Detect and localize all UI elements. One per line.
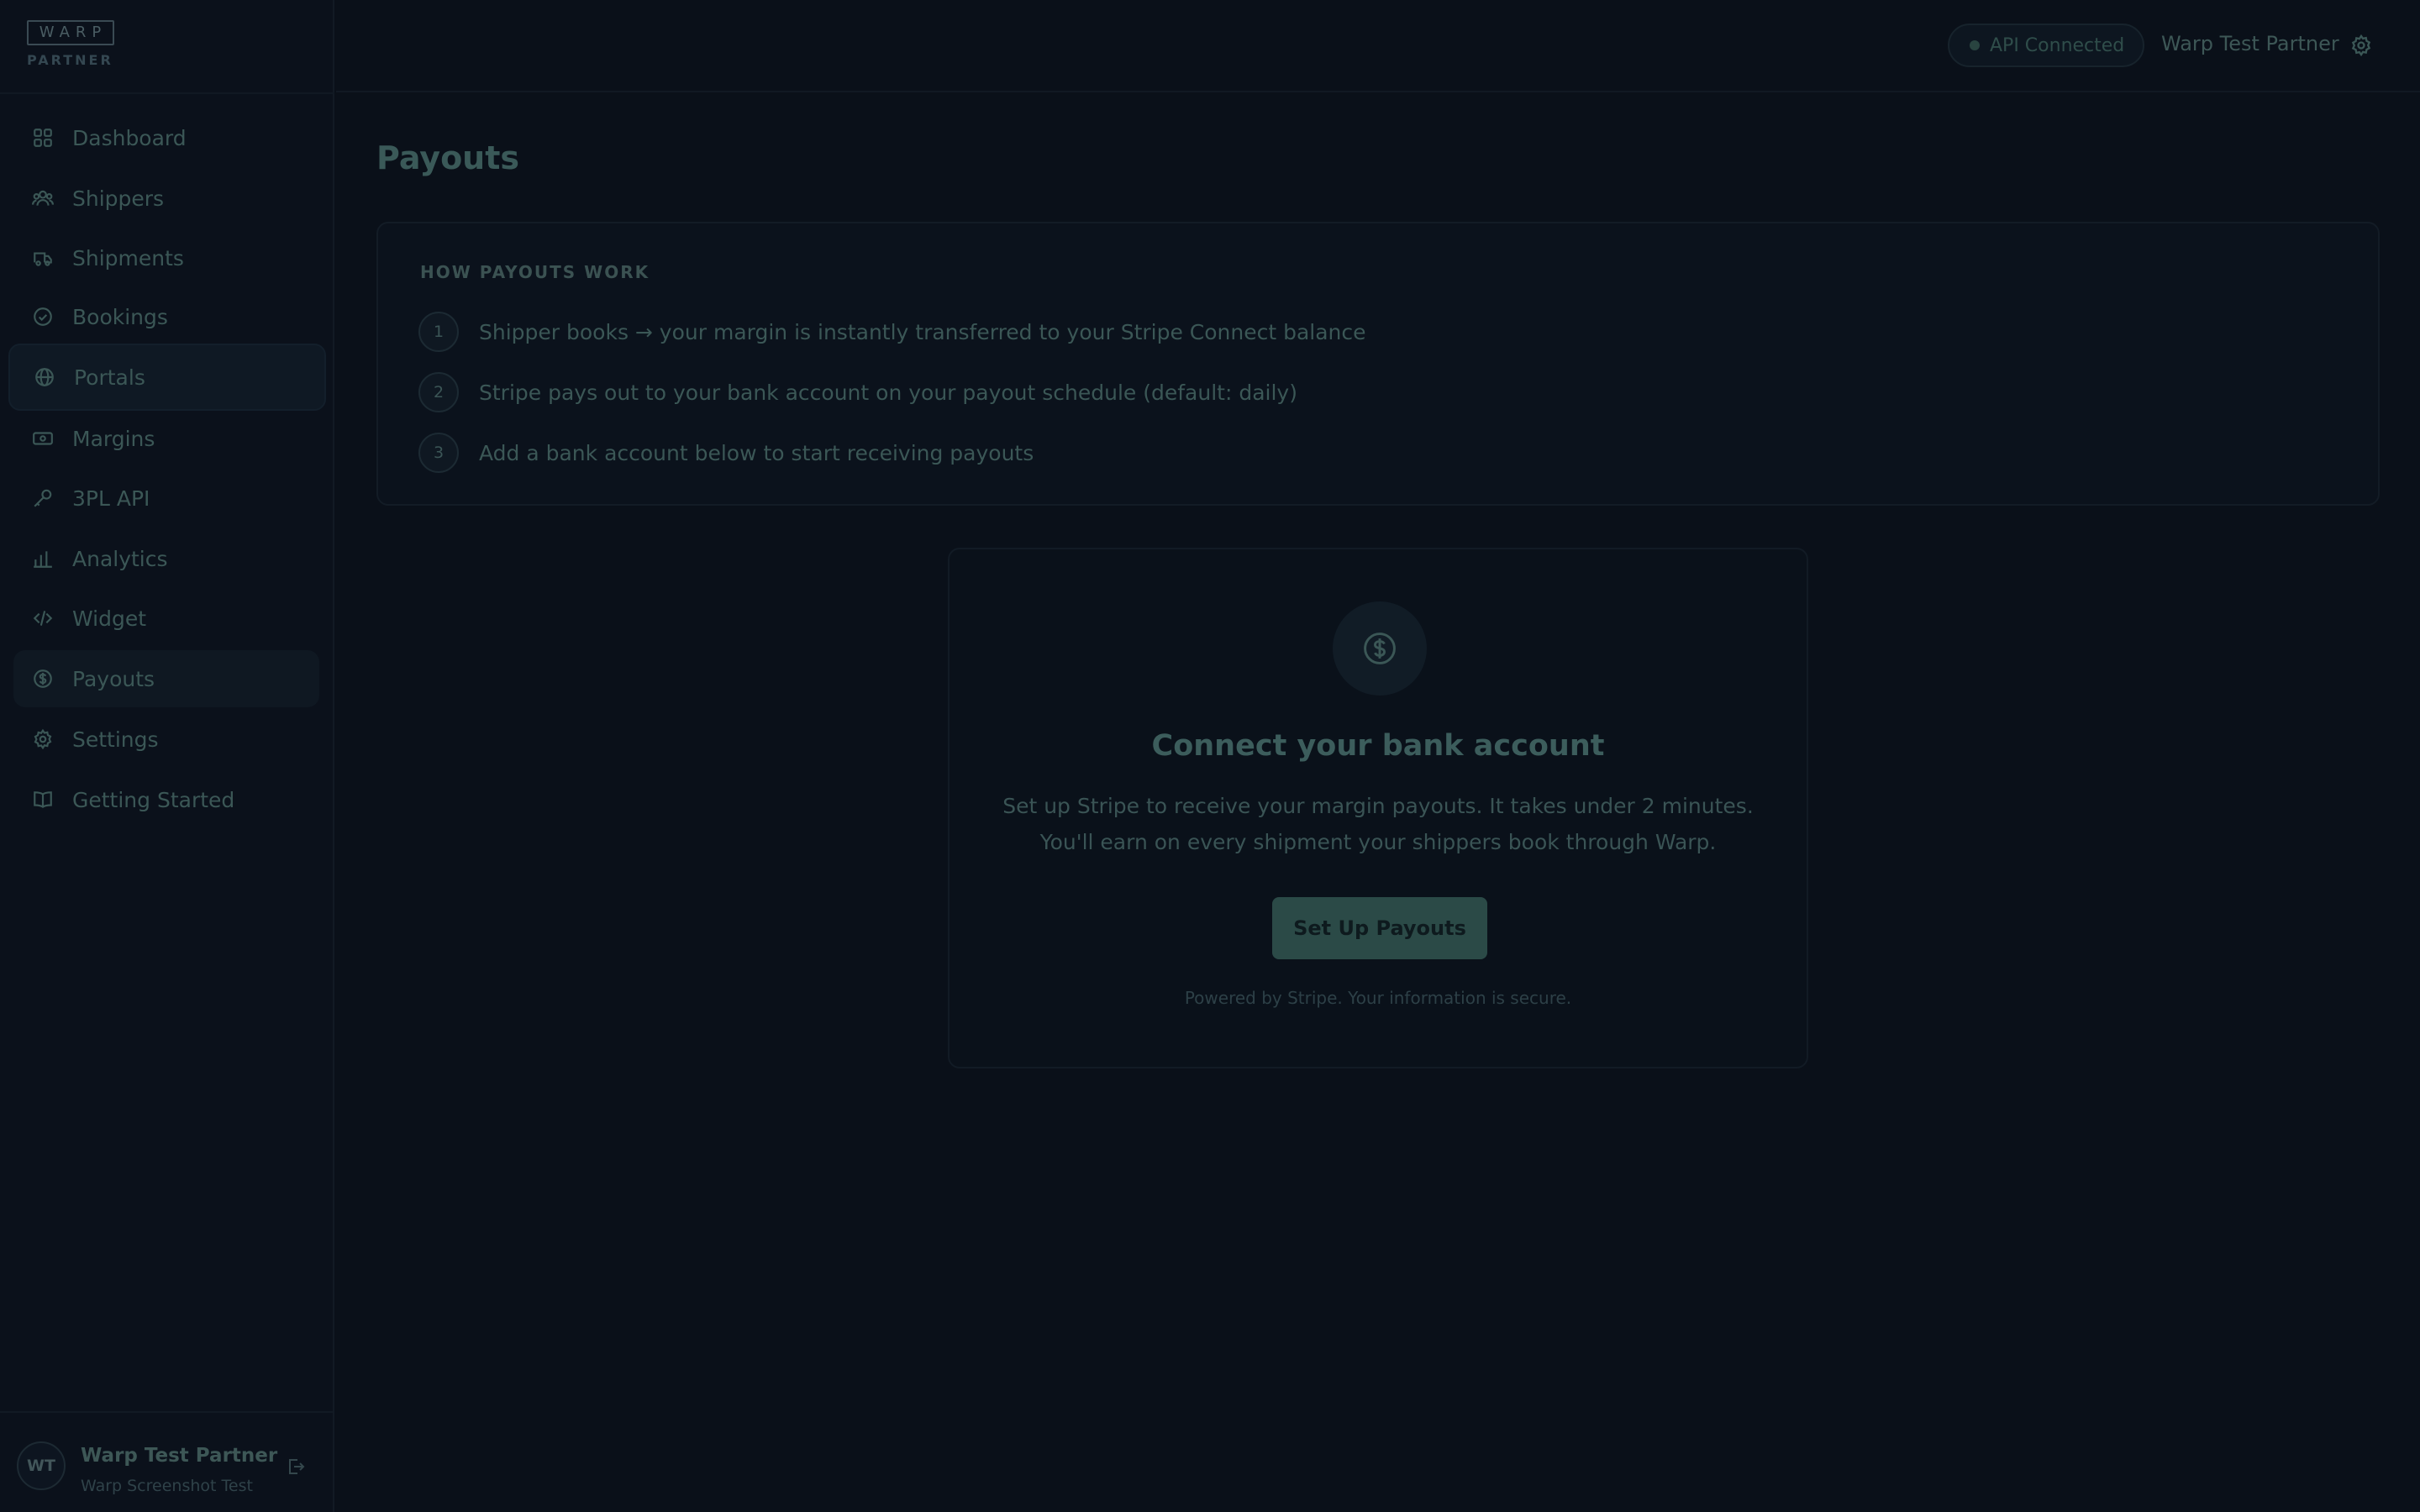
brand-subtitle: PARTNER <box>27 52 113 68</box>
status-dot <box>1970 40 1980 50</box>
sidebar-item-label: Payouts <box>72 666 155 691</box>
sidebar-item-label: Widget <box>72 606 147 631</box>
sidebar-item-analytics[interactable]: Analytics <box>13 530 319 587</box>
step-text: Stripe pays out to your bank account on … <box>479 380 1297 405</box>
key-icon <box>30 486 55 511</box>
gear-icon[interactable] <box>2349 34 2373 60</box>
connect-title: Connect your bank account <box>1151 729 1605 763</box>
book-icon <box>30 787 55 812</box>
user-org: Warp Screenshot Test <box>81 1477 253 1495</box>
sidebar-item-label: Portals <box>74 365 145 390</box>
how-payouts-card: HOW PAYOUTS WORK 1 Shipper books → your … <box>376 222 2380 506</box>
sidebar-item-margins[interactable]: Margins <box>13 410 319 467</box>
sidebar-item-label: Settings <box>72 727 159 752</box>
warp-logo[interactable]: WARP <box>27 20 114 45</box>
grid-icon <box>30 125 55 150</box>
sidebar-item-label: Shippers <box>72 186 165 211</box>
dollar-circle-icon <box>30 666 55 691</box>
step-text: Shipper books → your margin is instantly… <box>479 319 1366 344</box>
sidebar-item-label: Shipments <box>72 245 184 270</box>
how-payouts-title: HOW PAYOUTS WORK <box>420 262 650 282</box>
sidebar-item-widget[interactable]: Widget <box>13 590 319 647</box>
api-status-label: API Connected <box>1990 34 2125 56</box>
brand[interactable]: WARP PARTNER <box>27 20 114 68</box>
sidebar-item-payouts[interactable]: Payouts <box>13 650 319 707</box>
sidebar-item-bookings[interactable]: Bookings <box>13 288 319 345</box>
step-row: 3 Add a bank account below to start rece… <box>418 432 1034 474</box>
avatar[interactable]: WT <box>17 1441 66 1490</box>
globe-icon <box>32 365 57 390</box>
sidebar: WARP PARTNER Dashboard Shippers Shipment… <box>0 0 334 1512</box>
powered-by-stripe: Powered by Stripe. Your information is s… <box>1184 988 1572 1008</box>
connect-desc-line1: Set up Stripe to receive your margin pay… <box>1002 794 1754 818</box>
dollar-circle-icon <box>1333 601 1427 696</box>
sidebar-item-getting-started[interactable]: Getting Started <box>13 771 319 828</box>
sidebar-item-label: Margins <box>72 426 155 451</box>
connect-desc-line2: You'll earn on every shipment your shipp… <box>1039 830 1717 854</box>
users-icon <box>30 186 55 211</box>
step-number: 2 <box>418 372 459 412</box>
setup-payouts-button[interactable]: Set Up Payouts <box>1272 897 1487 959</box>
step-text: Add a bank account below to start receiv… <box>479 440 1034 465</box>
sidebar-item-label: Dashboard <box>72 125 187 150</box>
logout-icon[interactable] <box>286 1457 306 1480</box>
sidebar-item-dashboard[interactable]: Dashboard <box>13 109 319 166</box>
step-row: 1 Shipper books → your margin is instant… <box>418 311 1366 353</box>
sidebar-item-label: Bookings <box>72 304 168 329</box>
step-number: 3 <box>418 433 459 473</box>
sidebar-item-label: Analytics <box>72 546 168 571</box>
truck-icon <box>30 245 55 270</box>
sidebar-item-label: Getting Started <box>72 787 235 812</box>
user-name: Warp Test Partner <box>81 1445 278 1467</box>
top-user-name[interactable]: Warp Test Partner <box>2161 32 2339 55</box>
gear-icon <box>30 727 55 752</box>
page-title: Payouts <box>376 139 520 176</box>
bar-chart-icon <box>30 546 55 571</box>
banknote-icon <box>30 426 55 451</box>
code-icon <box>30 606 55 631</box>
sidebar-item-label: 3PL API <box>72 486 150 511</box>
check-circle-icon <box>30 304 55 329</box>
user-footer: WT Warp Test Partner Warp Screenshot Tes… <box>0 1411 334 1512</box>
api-status-badge: API Connected <box>1948 24 2145 67</box>
sidebar-item-shippers[interactable]: Shippers <box>13 170 319 227</box>
sidebar-item-3pl-api[interactable]: 3PL API <box>13 470 319 527</box>
sidebar-item-shipments[interactable]: Shipments <box>13 229 319 286</box>
sidebar-item-portals[interactable]: Portals <box>8 344 326 411</box>
connect-bank-card: Connect your bank account Set up Stripe … <box>948 548 1808 1068</box>
step-row: 2 Stripe pays out to your bank account o… <box>418 371 1297 413</box>
sidebar-divider <box>0 92 334 94</box>
step-number: 1 <box>418 312 459 352</box>
sidebar-item-settings[interactable]: Settings <box>13 711 319 768</box>
topbar: API Connected Warp Test Partner <box>336 0 2420 92</box>
connect-description: Set up Stripe to receive your margin pay… <box>950 788 1807 860</box>
